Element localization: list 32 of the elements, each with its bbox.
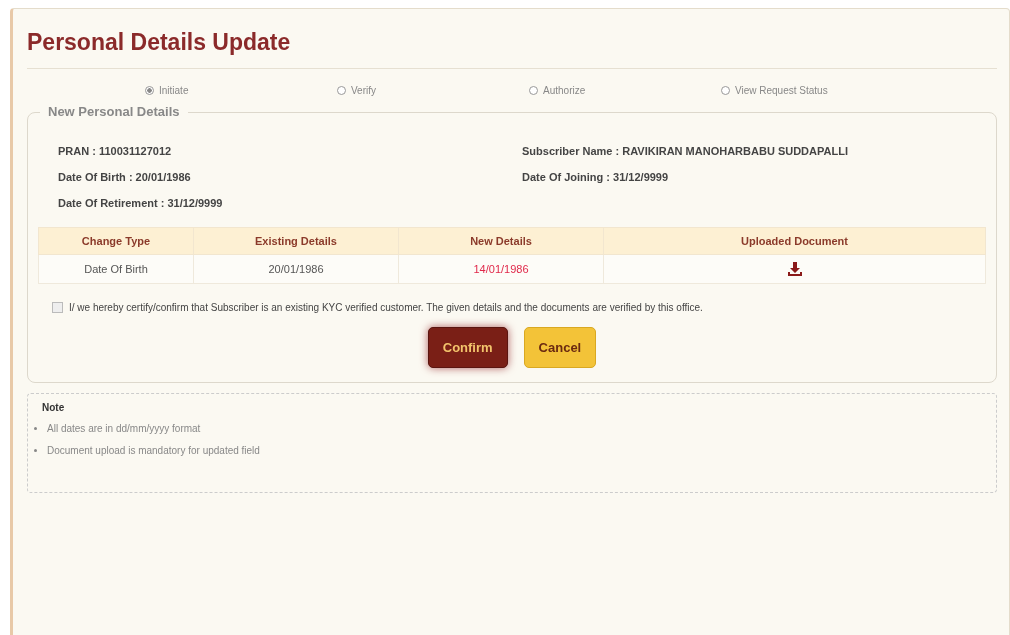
step-radio[interactable]: View Request Status — [721, 85, 913, 96]
table-cell: 20/01/1986 — [193, 254, 399, 284]
note-text: All dates are in dd/mm/yyyy format — [47, 423, 201, 434]
radio-icon — [337, 86, 346, 95]
column-header: New Details — [398, 227, 604, 255]
step-radio[interactable]: Authorize — [529, 85, 721, 96]
detail-text: Date Of Joining : 31/12/9999 — [522, 171, 670, 183]
panel-legend: New Personal Details — [40, 104, 188, 119]
detail-text: PRAN : 110031127012 — [58, 145, 173, 157]
note-title: Note — [42, 402, 66, 413]
confirm-button[interactable]: Confirm — [427, 327, 508, 368]
step-radio[interactable]: Verify — [337, 85, 529, 96]
column-header: Change Type — [38, 227, 194, 255]
table-cell: Date Of Birth — [38, 254, 194, 284]
cancel-button[interactable]: Cancel — [523, 327, 597, 368]
detail-text: Date Of Retirement : 31/12/9999 — [58, 197, 224, 209]
note-text: Document upload is mandatory for updated field — [47, 445, 260, 456]
bullet-icon — [34, 427, 37, 430]
table-cell: 14/01/1986 — [398, 254, 604, 284]
certify-text: I/ we hereby certify/confirm that Subscriber is an existing KYC verified customer. The given details and the documents are verified by this office. — [69, 302, 703, 313]
download-icon[interactable] — [786, 261, 803, 277]
radio-icon — [721, 86, 730, 95]
detail-text: Date Of Birth : 20/01/1986 — [58, 171, 192, 183]
bullet-icon — [34, 449, 37, 452]
certify-checkbox[interactable] — [52, 302, 63, 313]
column-header: Existing Details — [193, 227, 399, 255]
radio-icon — [529, 86, 538, 95]
page-title: Personal Details Update — [27, 29, 292, 56]
step-radio[interactable]: Initiate — [145, 85, 337, 96]
detail-text: Subscriber Name : RAVIKIRAN MANOHARBABU SUDDAPALLI — [522, 145, 849, 157]
radio-icon — [145, 86, 154, 95]
column-header: Uploaded Document — [603, 227, 986, 255]
